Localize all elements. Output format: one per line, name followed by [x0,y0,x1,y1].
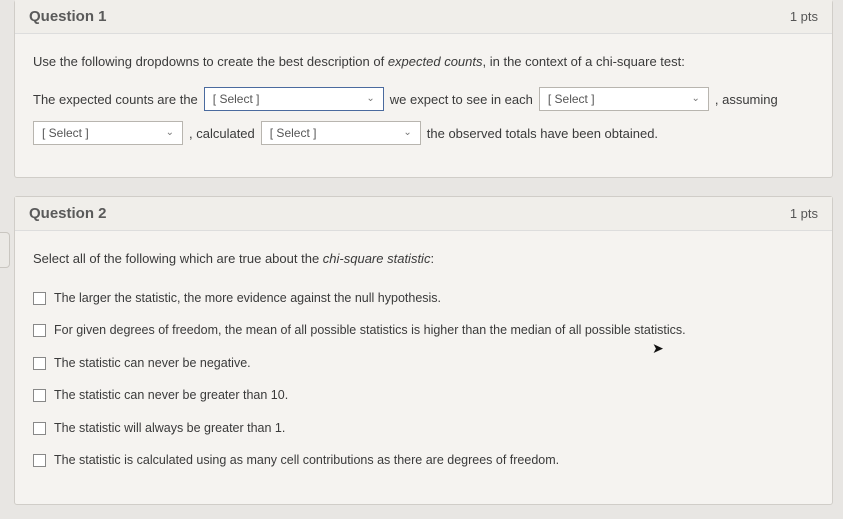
q1-prompt-em: expected counts [388,54,483,69]
q2-prompt: Select all of the following which are tr… [33,247,814,270]
q2-option-2[interactable]: For given degrees of freedom, the mean o… [33,319,814,342]
chevron-down-icon: ⌄ [166,124,174,142]
q1-line2: [ Select ] ⌄ , calculated [ Select ] ⌄ t… [33,121,814,145]
question-2-title: Question 2 [29,205,107,222]
q1-text-1a: The expected counts are the [33,88,198,111]
question-1-card: Question 1 1 pts Use the following dropd… [14,0,833,178]
q2-option-3[interactable]: The statistic can never be negative. [33,352,814,375]
checkbox-icon[interactable] [33,357,46,370]
question-1-points: 1 pts [790,9,818,24]
question-2-card: Question 2 1 pts Select all of the follo… [14,196,833,504]
q1-text-2b: the observed totals have been obtained. [427,122,658,145]
q1-dd2-label: [ Select ] [548,89,595,111]
q2-prompt-em: chi-square statistic [323,251,431,266]
q2-prompt-text-b: : [430,251,434,266]
q2-option-4-label: The statistic can never be greater than … [54,384,288,407]
checkbox-icon[interactable] [33,292,46,305]
chevron-down-icon: ⌄ [691,90,699,108]
q2-option-4[interactable]: The statistic can never be greater than … [33,384,814,407]
q1-text-1b: we expect to see in each [390,88,533,111]
side-handle[interactable] [0,232,10,268]
q1-prompt: Use the following dropdowns to create th… [33,50,814,73]
chevron-down-icon: ⌄ [366,90,374,108]
q1-dd3-label: [ Select ] [42,123,89,145]
question-2-body: Select all of the following which are tr… [15,231,832,503]
q1-text-1c: , assuming [715,88,778,111]
chevron-down-icon: ⌄ [403,124,411,142]
q1-text-2a: , calculated [189,122,255,145]
question-1-title: Question 1 [29,8,107,25]
q1-prompt-text-b: , in the context of a chi-square test: [483,54,685,69]
q2-options: The larger the statistic, the more evide… [33,287,814,472]
q2-option-6[interactable]: The statistic is calculated using as man… [33,449,814,472]
q2-option-1-label: The larger the statistic, the more evide… [54,287,441,310]
q2-option-5-label: The statistic will always be greater tha… [54,417,285,440]
checkbox-icon[interactable] [33,324,46,337]
q1-dd1-label: [ Select ] [213,89,260,111]
q2-option-5[interactable]: The statistic will always be greater tha… [33,417,814,440]
question-2-header: Question 2 1 pts [15,197,832,231]
q2-option-6-label: The statistic is calculated using as man… [54,449,559,472]
q1-prompt-text-a: Use the following dropdowns to create th… [33,54,388,69]
q1-line1: The expected counts are the [ Select ] ⌄… [33,87,814,111]
q1-dropdown-1[interactable]: [ Select ] ⌄ [204,87,384,111]
q1-dd4-label: [ Select ] [270,123,317,145]
checkbox-icon[interactable] [33,389,46,402]
q1-dropdown-2[interactable]: [ Select ] ⌄ [539,87,709,111]
question-1-body: Use the following dropdowns to create th… [15,34,832,177]
q2-prompt-text-a: Select all of the following which are tr… [33,251,323,266]
q2-option-1[interactable]: The larger the statistic, the more evide… [33,287,814,310]
q2-option-3-label: The statistic can never be negative. [54,352,251,375]
checkbox-icon[interactable] [33,422,46,435]
q1-dropdown-3[interactable]: [ Select ] ⌄ [33,121,183,145]
q2-option-2-label: For given degrees of freedom, the mean o… [54,319,686,342]
question-1-header: Question 1 1 pts [15,0,832,34]
question-2-points: 1 pts [790,206,818,221]
q1-dropdown-4[interactable]: [ Select ] ⌄ [261,121,421,145]
checkbox-icon[interactable] [33,454,46,467]
